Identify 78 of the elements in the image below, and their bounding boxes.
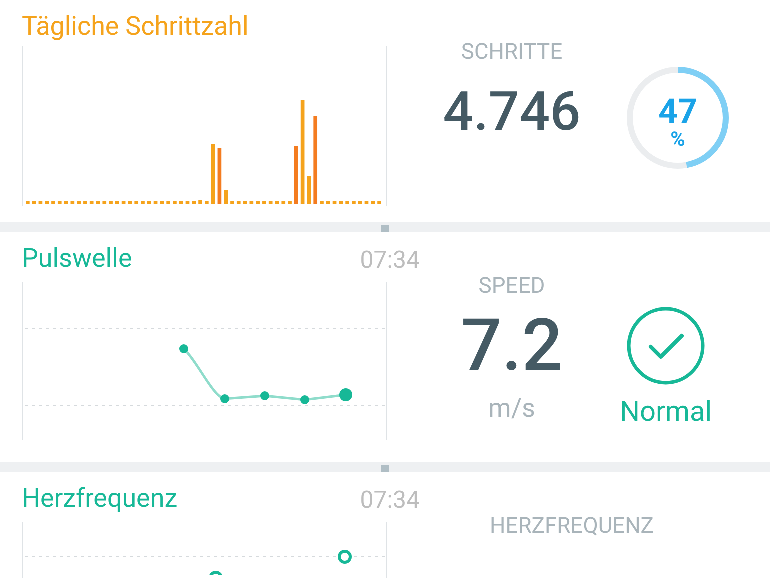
bar bbox=[243, 201, 248, 204]
bar bbox=[84, 201, 88, 204]
bar bbox=[339, 201, 344, 204]
bar bbox=[236, 201, 241, 204]
bar bbox=[134, 201, 139, 204]
bar bbox=[166, 201, 170, 204]
bar bbox=[326, 201, 330, 204]
metric-label: HERZFREQUENZ bbox=[490, 516, 654, 538]
bar bbox=[224, 190, 228, 204]
bar bbox=[64, 201, 68, 204]
bar bbox=[230, 201, 234, 204]
bar bbox=[332, 201, 337, 204]
bar bbox=[211, 144, 216, 204]
goal-percent: 47 bbox=[658, 95, 698, 129]
card-title: Herzfrequenz bbox=[22, 486, 178, 512]
bar bbox=[26, 201, 30, 204]
bar bbox=[102, 201, 107, 204]
data-point bbox=[338, 550, 352, 564]
metric-label: SCHRITTE bbox=[461, 42, 563, 64]
bar bbox=[256, 201, 260, 204]
card-title: Pulswelle bbox=[22, 246, 132, 272]
bar bbox=[262, 201, 266, 204]
bar bbox=[288, 201, 292, 204]
data-point bbox=[180, 344, 188, 354]
bar bbox=[198, 200, 202, 204]
check-circle-icon bbox=[626, 306, 706, 386]
bar bbox=[154, 201, 158, 204]
bar bbox=[70, 201, 75, 204]
bar bbox=[282, 201, 286, 204]
bar bbox=[38, 201, 43, 204]
data-point bbox=[209, 571, 223, 575]
bar bbox=[173, 201, 177, 204]
bar bbox=[275, 201, 280, 204]
bar bbox=[352, 201, 356, 204]
data-point bbox=[340, 388, 352, 402]
bar bbox=[160, 201, 164, 204]
percent-unit: % bbox=[670, 129, 686, 149]
bar bbox=[186, 201, 190, 204]
bar bbox=[109, 201, 113, 204]
bar bbox=[77, 201, 81, 204]
bar bbox=[268, 201, 273, 204]
data-point bbox=[220, 394, 230, 404]
time-label: 07:34 bbox=[360, 488, 420, 512]
bar bbox=[52, 201, 56, 204]
bar bbox=[128, 201, 132, 204]
bar bbox=[205, 201, 209, 204]
bar bbox=[96, 201, 100, 204]
time-label: 07:34 bbox=[360, 248, 420, 272]
drag-handle-icon bbox=[381, 465, 389, 472]
bar bbox=[122, 201, 126, 204]
bar bbox=[116, 201, 120, 204]
bar bbox=[250, 201, 254, 204]
bar bbox=[307, 176, 312, 204]
bar bbox=[320, 201, 324, 204]
metric-value: 4.746 bbox=[443, 86, 581, 140]
bar bbox=[45, 201, 50, 204]
bar bbox=[90, 201, 94, 204]
bar bbox=[179, 201, 184, 204]
metric-value: 7.2 bbox=[461, 310, 563, 382]
card-title: Tägliche Schrittzahl bbox=[22, 14, 249, 40]
bar bbox=[358, 201, 362, 204]
bar bbox=[294, 146, 298, 204]
bar bbox=[364, 201, 369, 204]
data-point bbox=[300, 396, 310, 404]
bar bbox=[141, 201, 145, 204]
drag-handle-icon bbox=[381, 225, 389, 232]
bar bbox=[378, 201, 382, 204]
bar bbox=[371, 201, 376, 204]
bar bbox=[147, 201, 152, 204]
bar bbox=[218, 148, 222, 204]
bar bbox=[192, 201, 196, 204]
metric-label: SPEED bbox=[478, 276, 546, 298]
bar bbox=[58, 201, 62, 204]
unit-label: m/s bbox=[488, 396, 536, 422]
data-point bbox=[260, 392, 270, 400]
bar bbox=[32, 201, 36, 204]
status-label: Normal bbox=[620, 398, 712, 426]
bar bbox=[346, 201, 350, 204]
